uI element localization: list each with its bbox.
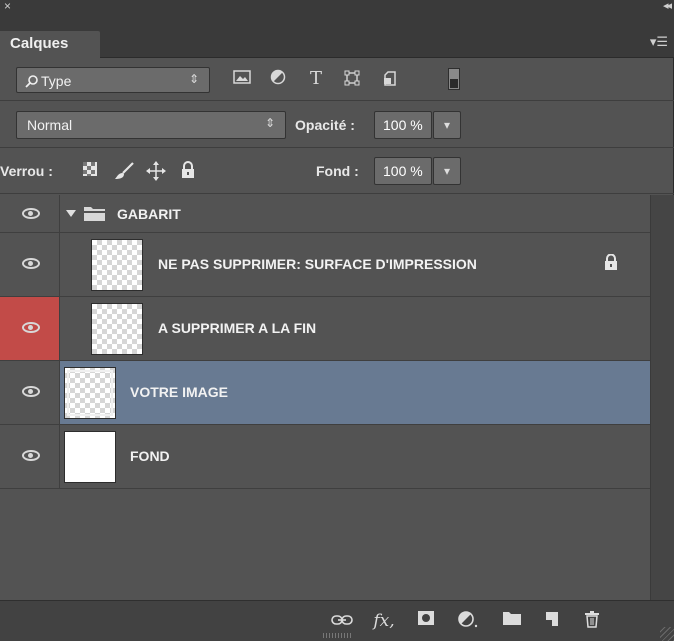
- layer-row-selected[interactable]: VOTRE IMAGE: [0, 361, 650, 425]
- blend-mode-value: Normal: [27, 117, 73, 133]
- visibility-cell[interactable]: [0, 233, 60, 296]
- blend-mode-select[interactable]: Normal ⇕: [16, 111, 286, 139]
- filter-row: Type ⇕ T: [0, 59, 674, 101]
- opacity-dropdown-button[interactable]: ▾: [433, 111, 461, 139]
- chevron-down-icon[interactable]: [66, 209, 76, 219]
- scrollbar-track[interactable]: [650, 195, 674, 600]
- filter-toggle-icon[interactable]: [448, 68, 460, 90]
- shape-filter-icon[interactable]: [342, 69, 362, 89]
- visibility-cell-highlighted[interactable]: [0, 297, 60, 360]
- lock-image-pixels-icon[interactable]: [113, 161, 134, 181]
- eye-icon[interactable]: [22, 386, 40, 397]
- panel-menu-icon[interactable]: ▾☰: [650, 34, 668, 50]
- link-layers-icon[interactable]: [330, 610, 354, 632]
- eye-icon[interactable]: [22, 258, 40, 269]
- layer-thumbnail-white: [64, 431, 116, 483]
- layer-row[interactable]: FOND: [0, 425, 650, 489]
- delete-icon[interactable]: [580, 610, 604, 632]
- blend-row: Normal ⇕ Opacité : 100 % ▾: [0, 102, 674, 148]
- layer-row[interactable]: A SUPPRIMER A LA FIN: [0, 297, 650, 361]
- layer-name: GABARIT: [117, 206, 181, 222]
- lock-icon: [605, 254, 617, 270]
- layer-name: FOND: [130, 448, 170, 464]
- fill-dropdown-button[interactable]: ▾: [433, 157, 461, 185]
- layer-row[interactable]: NE PAS SUPPRIMER: SURFACE D'IMPRESSION: [0, 233, 650, 297]
- folder-icon: [84, 207, 105, 221]
- fill-value: 100 %: [383, 163, 423, 179]
- layer-name: A SUPPRIMER A LA FIN: [158, 320, 317, 336]
- opacity-value: 100 %: [383, 117, 423, 133]
- smart-object-filter-icon[interactable]: [380, 69, 400, 89]
- tab-label: Calques: [10, 35, 69, 52]
- visibility-cell[interactable]: [0, 361, 60, 424]
- lock-label: Verrou :: [0, 163, 53, 179]
- close-icon[interactable]: ×: [4, 0, 11, 13]
- panel-drag-handle[interactable]: [323, 633, 351, 638]
- resize-grip-icon[interactable]: [660, 627, 674, 641]
- image-filter-icon[interactable]: [232, 69, 252, 89]
- lock-position-icon[interactable]: [146, 161, 166, 181]
- panel-titlebar: × ◂◂: [0, 0, 674, 14]
- lock-all-icon[interactable]: [178, 161, 198, 181]
- lock-transparent-pixels-icon[interactable]: [80, 161, 100, 181]
- visibility-cell[interactable]: [0, 425, 60, 488]
- eye-icon[interactable]: [22, 450, 40, 461]
- chevron-updown-icon: ⇕: [264, 116, 275, 130]
- opacity-input[interactable]: 100 %: [374, 111, 432, 139]
- collapse-icon[interactable]: ◂◂: [663, 0, 672, 12]
- search-icon: [25, 75, 38, 88]
- fx-icon[interactable]: fx,: [372, 610, 396, 632]
- new-adjustment-icon[interactable]: [456, 610, 480, 632]
- add-mask-icon[interactable]: [414, 610, 438, 632]
- layer-name: VOTRE IMAGE: [130, 384, 229, 400]
- filter-kind-select[interactable]: Type ⇕: [16, 67, 210, 93]
- layer-thumbnail-selected: [64, 367, 116, 419]
- eye-icon[interactable]: [22, 208, 40, 219]
- lock-row: Verrou : Fond : 100 % ▾: [0, 148, 674, 194]
- fx-label: fx: [373, 611, 390, 631]
- fill-label: Fond :: [316, 163, 359, 179]
- fill-input[interactable]: 100 %: [374, 157, 432, 185]
- visibility-cell[interactable]: [0, 195, 60, 232]
- chevron-updown-icon: ⇕: [188, 72, 199, 86]
- text-filter-icon[interactable]: T: [306, 69, 326, 89]
- adjustment-filter-icon[interactable]: [268, 69, 288, 89]
- layer-thumbnail: [91, 303, 143, 355]
- tab-bar: Calques ▾☰: [0, 14, 674, 58]
- eye-icon[interactable]: [22, 322, 40, 333]
- filter-kind-value: Type: [41, 73, 72, 89]
- new-layer-icon[interactable]: [540, 610, 564, 632]
- tab-calques[interactable]: Calques: [0, 31, 100, 58]
- layers-list: GABARIT NE PAS SUPPRIMER: SURFACE D'IMPR…: [0, 195, 650, 600]
- layer-name: NE PAS SUPPRIMER: SURFACE D'IMPRESSION: [158, 256, 477, 272]
- layer-row-group[interactable]: GABARIT: [0, 195, 650, 233]
- layer-thumbnail: [91, 239, 143, 291]
- opacity-label: Opacité :: [295, 117, 355, 133]
- new-group-icon[interactable]: [500, 610, 524, 632]
